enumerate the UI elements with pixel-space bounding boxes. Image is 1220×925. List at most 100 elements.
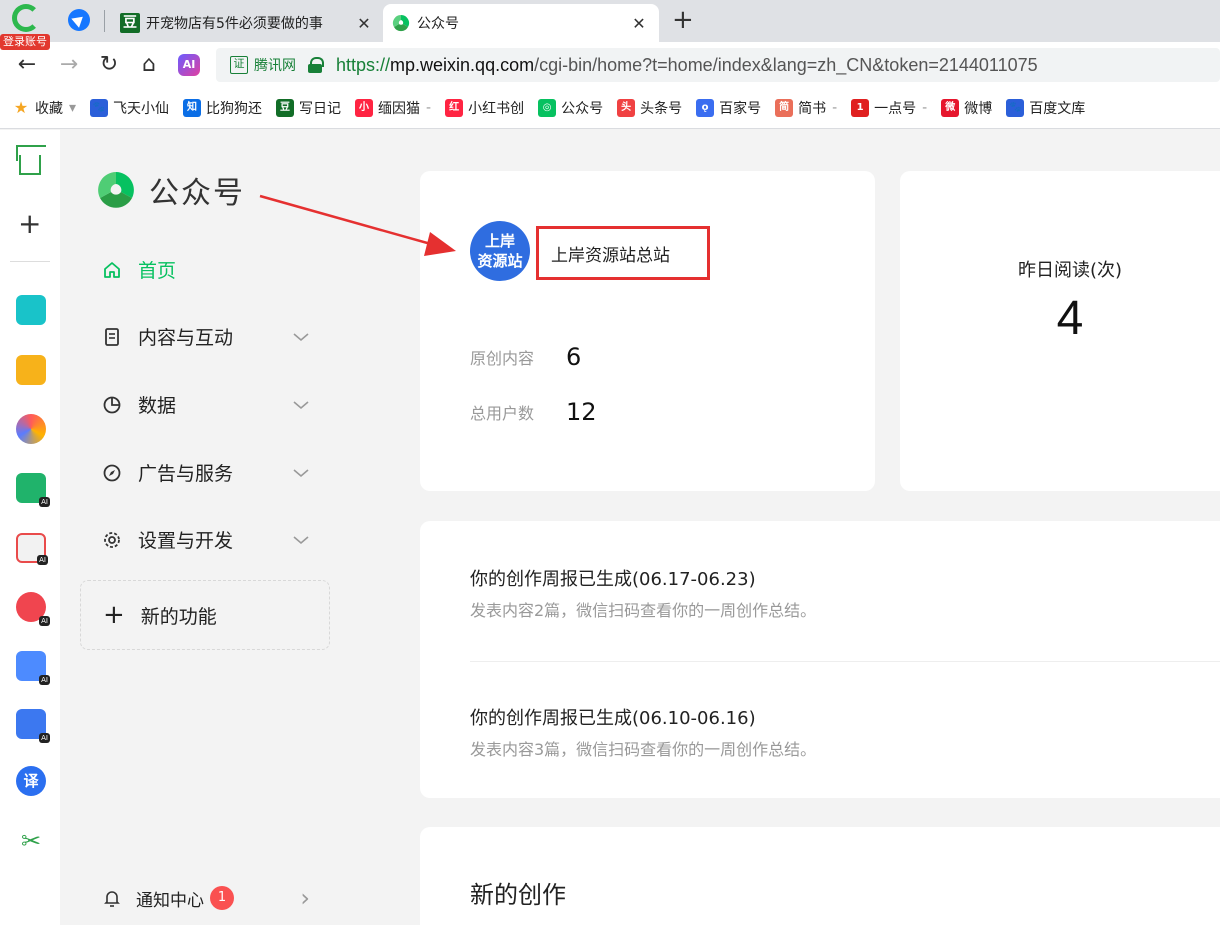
bookmark-suffix: - — [832, 100, 838, 116]
scissors-icon[interactable]: ✂ — [16, 826, 46, 856]
bookmark-item[interactable]: ★ 收藏 ▾ — [12, 98, 76, 118]
back-button[interactable]: ← — [14, 52, 40, 78]
bookmark-item[interactable]: 头头条号 — [617, 98, 682, 118]
new-features-button[interactable]: + 新的功能 — [80, 580, 330, 650]
bookmark-item[interactable]: ǫ 百家号 — [696, 98, 761, 118]
bookmark-label: 简书 — [798, 101, 827, 117]
menu-label: 数据 — [138, 395, 177, 417]
bookmark-item[interactable]: 红小红书创 — [445, 98, 524, 118]
home-button[interactable]: ⌂ — [136, 52, 162, 78]
account-name-highlight[interactable]: 上岸资源站总站 — [536, 226, 710, 280]
lock-icon[interactable] — [308, 57, 324, 73]
weekly-report-desc: 发表内容3篇，微信扫码查看你的一周创作总结。 — [470, 740, 817, 759]
weekly-report-title: 你的创作周报已生成(06.17-06.23) — [470, 569, 756, 590]
browser-nav-bar: ← → ↻ ⌂ AI 证 腾讯网 https://mp.weixin.qq.co… — [0, 42, 1220, 88]
menu-item-data[interactable]: 数据 — [102, 391, 310, 418]
browser-logo[interactable] — [8, 4, 42, 34]
ai-doc-icon[interactable]: AI — [16, 709, 50, 743]
url-scheme: https:// — [336, 54, 391, 75]
account-name: 上岸资源站总站 — [551, 245, 670, 266]
bookmark-favicon-icon: 小 — [355, 99, 374, 117]
forward-button[interactable]: → — [56, 52, 82, 78]
bookmark-suffix: ▾ — [69, 100, 77, 116]
ai-circle-icon[interactable] — [16, 414, 46, 444]
bookmark-item[interactable]: 1 一点号 - — [851, 98, 927, 118]
bookmark-item[interactable]: 小缅因猫 - — [355, 98, 431, 118]
bell-icon — [104, 891, 120, 907]
notification-label: 通知中心 — [136, 890, 204, 911]
ai-assistant-button[interactable]: AI — [178, 54, 200, 76]
home-outline-icon — [104, 261, 120, 278]
bookmark-favicon-icon: ǫ — [696, 99, 715, 117]
tab-pet-store[interactable]: 豆 开宠物店有5件必须要做的事 ✕ — [112, 4, 384, 42]
url-path: /cgi-bin/home?t=home/index&lang=zh_CN&to… — [534, 54, 1038, 75]
stat-value: 6 — [566, 343, 582, 371]
bookmark-favicon-icon: 🐾 — [1006, 99, 1025, 117]
divider — [470, 661, 1220, 662]
weekly-report-desc: 发表内容2篇，微信扫码查看你的一周创作总结。 — [470, 601, 817, 620]
stat-original-content: 原创内容 6 — [470, 343, 581, 371]
menu-item-settings-dev[interactable]: 设置与开发 — [102, 526, 310, 553]
ai-image-icon[interactable]: AI — [16, 473, 50, 507]
weekly-report-item[interactable]: 你的创作周报已生成(06.10-06.16) 发表内容3篇，微信扫码查看你的一周… — [470, 704, 1220, 760]
document-icon — [105, 327, 119, 346]
mp-logo[interactable]: 公众号 — [95, 168, 245, 212]
menu-label: 广告与服务 — [138, 463, 234, 485]
bookmark-favicon-icon: 1 — [851, 99, 870, 117]
tab-official-account[interactable]: 公众号 ✕ — [383, 4, 659, 42]
menu-item-home[interactable]: 首页 — [102, 256, 310, 283]
tab-close-icon[interactable]: ✕ — [629, 14, 649, 33]
notification-center[interactable]: 通知中心 1 › — [102, 884, 310, 912]
certificate-icon[interactable]: 证 — [230, 56, 248, 74]
add-icon[interactable]: + — [18, 210, 41, 238]
weekly-report-title: 你的创作周报已生成(06.10-06.16) — [470, 708, 756, 729]
certificate-label[interactable]: 腾讯网 — [254, 55, 296, 75]
douban-icon: 豆 — [120, 13, 140, 33]
bookmark-label: 飞天小仙 — [113, 101, 170, 117]
tab-close-icon[interactable]: ✕ — [354, 14, 374, 33]
tab-separator — [104, 10, 105, 32]
chevron-down-icon — [293, 400, 309, 409]
ai-pdf-icon[interactable]: AI — [16, 533, 48, 565]
translate-icon[interactable]: 译 — [16, 766, 46, 796]
home-icon[interactable] — [19, 155, 41, 175]
chevron-down-icon — [293, 468, 309, 477]
browser-e-icon — [12, 4, 40, 32]
menu-item-content-interaction[interactable]: 内容与互动 — [102, 323, 310, 350]
chevron-down-icon — [293, 535, 309, 544]
reads-value: 4 — [1056, 292, 1084, 345]
wechat-mp-logo-icon — [98, 172, 134, 208]
weekly-report-item[interactable]: 你的创作周报已生成(06.17-06.23) 发表内容2篇，微信扫码查看你的一周… — [470, 565, 1220, 621]
bookmark-favicon-icon: ◎ — [538, 99, 557, 117]
reload-button[interactable]: ↻ — [96, 52, 122, 78]
new-tab-button[interactable]: + — [672, 6, 694, 34]
bookmark-item[interactable]: 豆写日记 — [276, 98, 341, 118]
favorites-star-icon[interactable] — [16, 355, 46, 385]
address-bar[interactable]: 证 腾讯网 https://mp.weixin.qq.com/cgi-bin/h… — [216, 48, 1220, 82]
app-icon-1[interactable] — [16, 295, 46, 325]
stat-total-users: 总用户数 12 — [470, 398, 597, 426]
account-avatar[interactable]: 上岸 资源站 — [470, 221, 530, 281]
tab-title: 开宠物店有5件必须要做的事 — [146, 16, 323, 32]
yesterday-reads-card[interactable]: 昨日阅读(次) 4 — [900, 171, 1220, 491]
bookmark-label: 百家号 — [719, 101, 762, 117]
bookmark-suffix: - — [426, 100, 432, 116]
bookmark-favicon-icon: 红 — [445, 99, 464, 117]
bookmark-item[interactable]: 🐾 飞天小仙 — [90, 98, 169, 118]
stat-value: 12 — [566, 398, 597, 426]
pinned-tab-send-icon[interactable] — [68, 9, 90, 31]
menu-item-ads-services[interactable]: 广告与服务 — [102, 459, 310, 486]
weekly-report-card: 你的创作周报已生成(06.17-06.23) 发表内容2篇，微信扫码查看你的一周… — [420, 521, 1220, 798]
bookmark-item[interactable]: 简简书 - — [775, 98, 837, 118]
bookmark-item[interactable]: ◎ 公众号 — [538, 98, 603, 118]
logo-text: 公众号 — [149, 176, 245, 211]
bookmark-item[interactable]: 🐾 百度文库 — [1006, 98, 1085, 118]
bookmark-item[interactable]: 微微博 — [941, 98, 992, 118]
ai-video-icon[interactable]: AI — [16, 592, 50, 626]
login-account-badge[interactable]: 登录账号 — [0, 34, 50, 50]
bookmark-item[interactable]: 知比狗狗还 — [183, 98, 262, 118]
bookmark-label: 公众号 — [561, 101, 604, 117]
new-creation-card: 新的创作 — [420, 827, 1220, 925]
ai-write-icon[interactable]: AI — [16, 651, 50, 685]
browser-side-rail: + AI AI AI AI AI 译 ✂ — [0, 130, 60, 925]
